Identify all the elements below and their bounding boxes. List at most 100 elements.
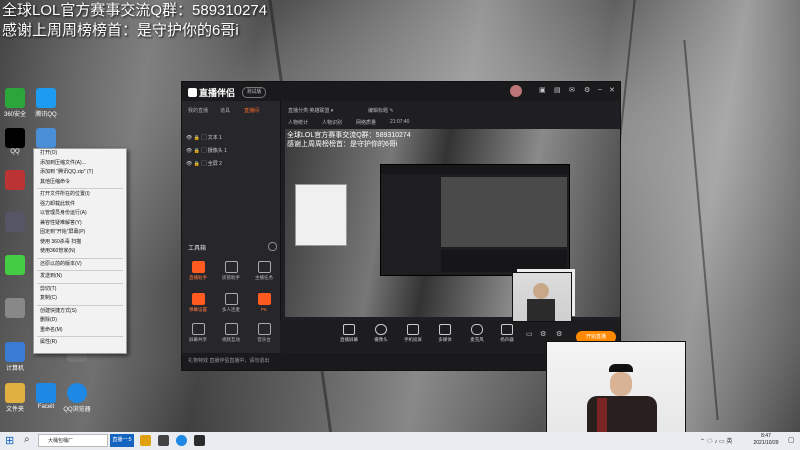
desktop: 全球LOL官方赛事交流Q群：589310274 感谢上周周榜榜首：是守护你的6哥… bbox=[0, 0, 800, 450]
context-menu-item[interactable]: 删除(D) bbox=[34, 316, 126, 326]
desktop-icon-qq[interactable]: 腾讯QQ bbox=[27, 88, 65, 118]
scene-item[interactable]: 👁 🔒 ▢ 全屏 2 bbox=[186, 160, 222, 167]
context-menu: 打开(O) 添加到压缩文件(A)... 添加到 "腾讯QQ.zip" (T) 其他压缩… bbox=[33, 148, 127, 354]
context-menu-item[interactable]: 创建快捷方式(S) bbox=[34, 307, 126, 317]
tool-screen-share[interactable]: 屏幕共享 bbox=[186, 323, 210, 343]
stat-item: 人物识别 bbox=[322, 120, 343, 126]
version-badge: 测试版 bbox=[242, 87, 266, 98]
context-menu-item[interactable]: 打开文件所在的位置(I) bbox=[34, 190, 126, 200]
search-icon[interactable]: ⌕ bbox=[24, 434, 30, 445]
desktop-icon-app3[interactable] bbox=[0, 255, 34, 276]
context-menu-item[interactable]: 其他压缩命令 bbox=[34, 178, 126, 188]
clock[interactable]: 8:47 2021/10/29 bbox=[748, 433, 784, 447]
context-menu-item[interactable]: 兼容性疑难解答(Y) bbox=[34, 219, 126, 229]
notification-icon[interactable]: ▢ bbox=[788, 436, 795, 444]
edge-icon[interactable] bbox=[176, 435, 187, 446]
chart-icon[interactable]: ▤ bbox=[554, 86, 561, 94]
mail-icon[interactable]: ✉ bbox=[569, 86, 575, 94]
tool-video[interactable]: 视频互动 bbox=[219, 323, 243, 343]
context-menu-item[interactable]: 打开(O) bbox=[34, 149, 126, 159]
tab-live-room[interactable]: 直播间 bbox=[244, 107, 259, 114]
edit-title-button[interactable]: 编辑标题 ✎ bbox=[368, 107, 394, 114]
search-input[interactable]: 大桶包桶厂 bbox=[38, 434, 108, 447]
person-cap bbox=[609, 364, 633, 372]
tool-room-admin[interactable]: 房管助手 bbox=[219, 261, 243, 281]
settings-icon[interactable]: ⚙ bbox=[584, 86, 590, 94]
desktop-icon-browser[interactable]: QQ浏览器 bbox=[58, 383, 96, 413]
windows-start-icon[interactable]: ⊞ bbox=[5, 434, 14, 447]
tab-my-live[interactable]: 我的直播 bbox=[188, 107, 208, 114]
record-icon[interactable]: ▭ bbox=[526, 330, 533, 338]
title-bar: 直播伴侣 测试版 ▣ ▤ ✉ ⚙ – ✕ bbox=[182, 82, 620, 101]
tool-danmaku[interactable]: 弹幕设置 bbox=[186, 293, 210, 313]
logo-icon bbox=[188, 88, 197, 97]
desktop-icon-recycle[interactable] bbox=[27, 128, 65, 149]
app-icon bbox=[36, 383, 56, 403]
screen-capture-button[interactable]: 直播屏幕 bbox=[336, 324, 362, 343]
tray-icons[interactable]: ⌃ ☁ ♪ ▭ 英 bbox=[700, 436, 732, 445]
taskbar: ⊞ ⌕ 大桶包桶厂 直播一:5 ⌃ ☁ ♪ ▭ 英 8:47 2021/10/29… bbox=[0, 432, 800, 450]
context-menu-item[interactable]: 还原以前的版本(V) bbox=[34, 260, 126, 270]
context-menu-item[interactable]: 剪切(T) bbox=[34, 285, 126, 295]
desktop-icon-app[interactable] bbox=[0, 170, 34, 191]
room-category[interactable]: 直播分类:英雄联盟 ▾ bbox=[288, 107, 333, 114]
settings-icon[interactable]: ⚙ bbox=[540, 330, 546, 338]
context-menu-item[interactable]: 强力卸载此软件 bbox=[34, 200, 126, 210]
context-menu-item[interactable]: 使用 360杀毒 扫描 bbox=[34, 238, 126, 248]
microphone-icon bbox=[471, 324, 483, 335]
penguin-icon bbox=[5, 128, 25, 148]
tool-multi-mic[interactable]: 多人连麦 bbox=[219, 293, 243, 313]
scene-item[interactable]: 👁 🔒 ▢ 文本 1 bbox=[186, 134, 222, 141]
nested-preview bbox=[441, 177, 567, 247]
context-menu-item[interactable]: 以管理员身份运行(A) bbox=[34, 209, 126, 219]
rock-texture bbox=[683, 40, 719, 420]
app-icon[interactable] bbox=[158, 435, 169, 446]
gear-icon[interactable]: ⚙ bbox=[556, 330, 562, 338]
stat-item: 人物统计 bbox=[288, 120, 309, 126]
tool-icon bbox=[224, 293, 238, 305]
left-panel: 我的直播 道具 直播间 👁 🔒 ▢ 文本 1 👁 🔒 ▢ 摄像头 1 👁 🔒 ▢… bbox=[182, 101, 281, 353]
nested-preview-window bbox=[380, 164, 570, 276]
tool-pk[interactable]: PK bbox=[252, 293, 276, 312]
phone-cast-button[interactable]: 手机投屏 bbox=[400, 324, 426, 343]
desktop-icon-app2[interactable] bbox=[0, 212, 34, 233]
scene-item[interactable]: 👁 🔒 ▢ 摄像头 1 bbox=[186, 147, 227, 154]
context-menu-item[interactable]: 添加到 "腾讯QQ.zip" (T) bbox=[34, 168, 126, 178]
app-icon bbox=[5, 170, 25, 190]
context-menu-item[interactable]: 复制(C) bbox=[34, 294, 126, 304]
lock-icon[interactable]: ▣ bbox=[539, 86, 546, 94]
context-menu-item[interactable]: 发送到(N) bbox=[34, 272, 126, 282]
tab-props[interactable]: 道具 bbox=[220, 107, 230, 114]
stream-overlay-thanks: 感谢上周周榜榜首：是守护你的6哥i bbox=[2, 22, 239, 39]
monitor-icon bbox=[343, 324, 355, 335]
tool-icon bbox=[224, 323, 238, 335]
minimize-icon[interactable]: – bbox=[598, 86, 602, 93]
computer-icon bbox=[5, 342, 25, 362]
menu-separator bbox=[37, 282, 123, 284]
context-menu-item[interactable]: 使用360管家(N) bbox=[34, 247, 126, 257]
file-explorer-icon[interactable] bbox=[140, 435, 151, 446]
context-menu-item[interactable]: 属性(R) bbox=[34, 338, 126, 348]
camera-button[interactable]: 摄像头 bbox=[368, 324, 394, 343]
context-menu-item[interactable]: 固定到"开始"屏幕(P) bbox=[34, 228, 126, 238]
close-icon[interactable]: ✕ bbox=[609, 86, 615, 94]
speaker-button[interactable]: 扬声器 bbox=[494, 324, 520, 343]
tool-live-assistant[interactable]: 直播助手 bbox=[186, 261, 210, 281]
menu-separator bbox=[37, 336, 123, 337]
microphone-button[interactable]: 麦克风 bbox=[464, 324, 490, 343]
context-menu-item[interactable]: 重命名(M) bbox=[34, 326, 126, 336]
person-body bbox=[527, 299, 555, 321]
app-icon[interactable] bbox=[194, 435, 205, 446]
media-button[interactable]: 多媒体 bbox=[432, 324, 458, 343]
tool-icon bbox=[191, 261, 205, 273]
toolbox-toggle[interactable] bbox=[268, 242, 277, 251]
desktop-icon-app4[interactable] bbox=[0, 298, 34, 319]
tool-host-task[interactable]: 主播任务 bbox=[252, 261, 276, 281]
camera-icon bbox=[375, 324, 387, 335]
context-menu-item[interactable]: 添加到压缩文件(A)... bbox=[34, 159, 126, 169]
avatar[interactable] bbox=[510, 85, 522, 97]
folder-icon bbox=[5, 383, 25, 403]
tool-music[interactable]: 音乐台 bbox=[252, 323, 276, 343]
taskbar-active-app[interactable]: 直播一:5 bbox=[110, 434, 134, 447]
menu-separator bbox=[37, 257, 123, 259]
